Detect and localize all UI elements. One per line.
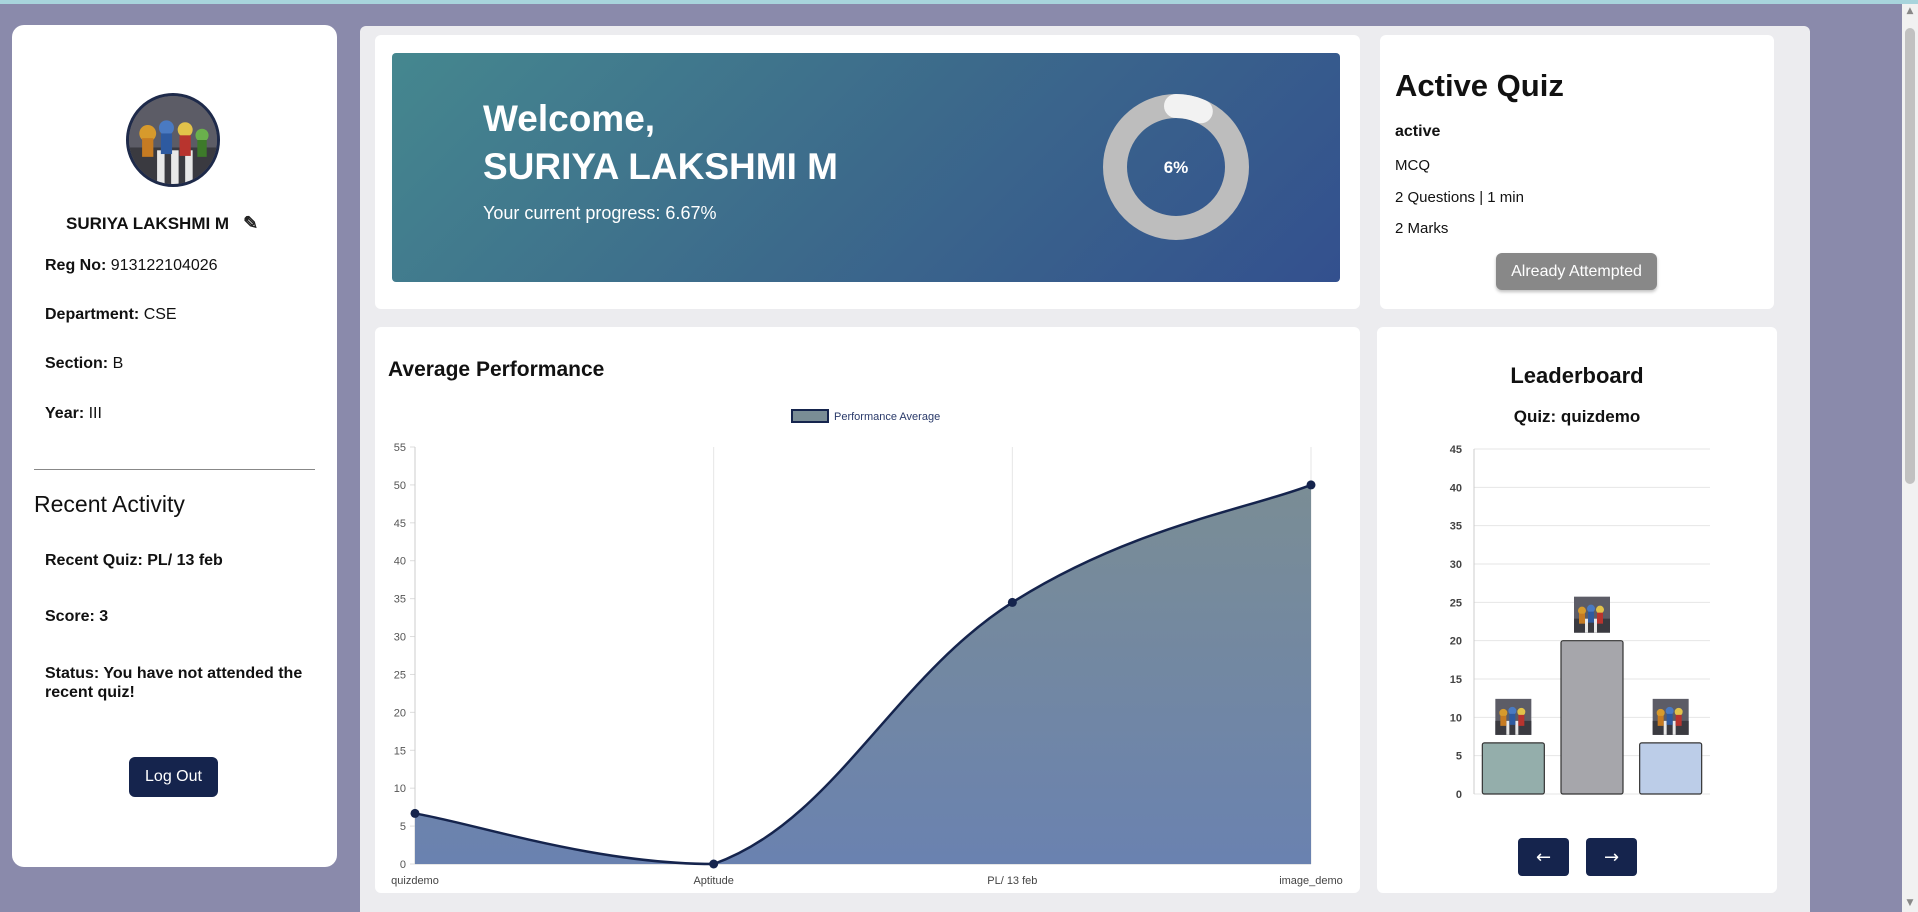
profile-name: SURIYA LAKSHMI M — [66, 213, 230, 233]
recent-quiz-value: PL/ 13 feb — [147, 552, 223, 569]
active-quiz-title: Active Quiz — [1395, 68, 1564, 103]
data-point — [1306, 480, 1316, 490]
recent-activity-title: Recent Activity — [34, 491, 185, 517]
y-tick-label: 45 — [394, 518, 406, 530]
quiz-type: MCQ — [1395, 157, 1430, 174]
year-row: Year: III — [45, 405, 102, 423]
y-tick-label: 30 — [1450, 559, 1462, 571]
reg-no-label: Reg No: — [45, 257, 107, 274]
leaderboard-bar — [1481, 742, 1545, 795]
bar-avatar-icon — [1495, 698, 1532, 735]
performance-card: Average Performance 0 5 10 15 20 25 30 35 40 45 50… — [375, 327, 1360, 893]
reg-no-row: Reg No: 913122104026 — [45, 257, 218, 275]
welcome-banner: Welcome, SURIYA LAKSHMI M Your current p… — [392, 53, 1340, 282]
performance-chart: 0 5 10 15 20 25 30 35 40 45 50 55 quizdemo Aptitude PL… — [391, 409, 1343, 887]
scroll-up-icon[interactable]: ▲ — [1905, 6, 1915, 18]
quiz-status: active — [1395, 123, 1441, 140]
x-tick-label: quizdemo — [391, 875, 439, 887]
area-fill — [415, 484, 1311, 864]
x-tick-label: Aptitude — [693, 875, 733, 887]
pencil-icon[interactable]: ✎ — [243, 213, 258, 234]
y-tick-label: 40 — [1450, 482, 1462, 494]
y-tick-label: 50 — [394, 480, 406, 492]
department-value: CSE — [143, 306, 177, 323]
y-tick-label: 10 — [1450, 712, 1462, 724]
progress-text: Your current progress: 6.67% — [483, 203, 717, 223]
y-tick-label: 5 — [1456, 751, 1462, 763]
quiz-marks: 2 Marks — [1395, 220, 1449, 237]
donut-label: 6% — [1164, 158, 1189, 177]
y-tick-label: 40 — [394, 556, 406, 568]
y-tick-label: 10 — [394, 783, 406, 795]
x-tick-label: image_demo — [1279, 875, 1343, 887]
y-tick-label: 20 — [394, 707, 406, 719]
y-tick-label: 15 — [1450, 674, 1462, 686]
prev-button[interactable]: ← — [1518, 838, 1569, 876]
y-tick-label: 55 — [394, 442, 406, 454]
y-tick-label: 0 — [1456, 789, 1462, 801]
reg-no-value: 913122104026 — [110, 257, 218, 274]
leaderboard-card: Leaderboard Quiz: quizdemo 0 5 10 15 20 25 30 3… — [1377, 327, 1777, 893]
y-tick-label: 15 — [394, 745, 406, 757]
welcome-name: SURIYA LAKSHMI M — [483, 146, 838, 187]
leaderboard-bar — [1639, 742, 1703, 795]
score-value: 3 — [99, 608, 109, 625]
scrollbar[interactable]: ▲ ▼ — [1902, 4, 1918, 912]
next-button[interactable]: → — [1586, 838, 1637, 876]
avatar — [126, 93, 220, 187]
year-value: III — [88, 405, 102, 422]
data-point — [410, 808, 420, 818]
y-tick-label: 35 — [1450, 521, 1462, 533]
leaderboard-bar — [1560, 640, 1624, 795]
y-tick-label: 5 — [400, 821, 406, 833]
recent-quiz-label: Recent Quiz: — [45, 552, 143, 569]
scroll-down-icon[interactable]: ▼ — [1905, 898, 1915, 910]
bar-avatar-icon — [1652, 698, 1689, 735]
leaderboard-chart: 0 5 10 15 20 25 30 35 40 45 — [1450, 444, 1710, 801]
data-point — [1007, 597, 1017, 607]
section-label: Section: — [45, 355, 109, 372]
y-tick-label: 35 — [394, 594, 406, 606]
scroll-thumb[interactable] — [1905, 28, 1915, 484]
recent-quiz-row: Recent Quiz: PL/ 13 feb — [45, 551, 305, 570]
y-tick-label: 45 — [1450, 444, 1462, 456]
year-label: Year: — [45, 405, 85, 422]
legend-label: Performance Average — [834, 411, 940, 423]
section-row: Section: B — [45, 355, 123, 373]
top-accent-line — [0, 0, 1918, 4]
y-tick-label: 30 — [394, 632, 406, 644]
section-value: B — [112, 355, 124, 372]
status-row: Status: You have not attended the recent… — [45, 664, 305, 702]
performance-title: Average Performance — [388, 358, 605, 381]
divider — [34, 469, 315, 470]
profile-sidebar: SURIYA LAKSHMI M ✎ Reg No: 913122104026 … — [12, 25, 337, 867]
profile-name-row: SURIYA LAKSHMI M ✎ — [66, 213, 258, 234]
leaderboard-title: Leaderboard — [1510, 363, 1644, 388]
welcome-greeting: Welcome, — [483, 98, 656, 139]
quiz-details: 2 Questions | 1 min — [1395, 189, 1524, 206]
progress-donut: 6% — [1103, 94, 1249, 240]
already-attempted-button[interactable]: Already Attempted — [1496, 253, 1657, 290]
department-label: Department: — [45, 306, 140, 323]
department-row: Department: CSE — [45, 306, 177, 324]
logout-button[interactable]: Log Out — [129, 757, 218, 797]
x-tick-label: PL/ 13 feb — [987, 875, 1037, 887]
bar-avatar-icon — [1574, 596, 1610, 633]
active-quiz-card: Active Quiz active MCQ 2 Questions | 1 m… — [1380, 35, 1774, 309]
y-tick-label: 20 — [1450, 636, 1462, 648]
legend-swatch — [791, 409, 829, 423]
leaderboard-subtitle: Quiz: quizdemo — [1513, 407, 1641, 426]
status-label: Status: — [45, 665, 100, 682]
score-row: Score: 3 — [45, 607, 305, 626]
data-point — [709, 859, 719, 869]
y-tick-label: 25 — [394, 669, 406, 681]
y-tick-label: 25 — [1450, 597, 1462, 609]
score-label: Score: — [45, 608, 95, 625]
y-tick-label: 0 — [400, 859, 406, 871]
